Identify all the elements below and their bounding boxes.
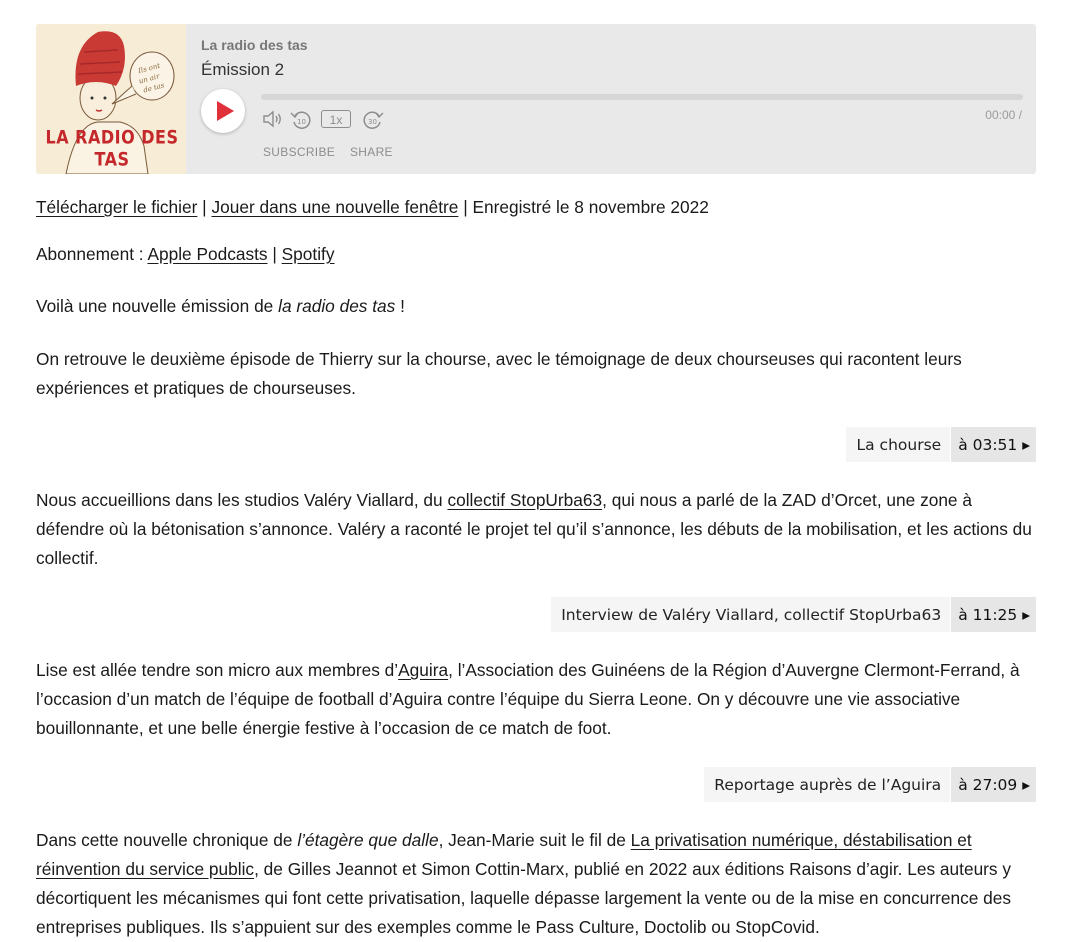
new-window-link[interactable]: Jouer dans une nouvelle fenêtre: [211, 197, 458, 217]
chapter-title: Reportage auprès de l’Aguira: [704, 767, 951, 802]
rewind-10-icon[interactable]: 10: [289, 108, 313, 132]
stopurba-link[interactable]: collectif StopUrba63: [447, 490, 602, 510]
cover-logo: LA RADIO DES TAS: [45, 126, 179, 170]
intro-text: Voilà une nouvelle émission de: [36, 296, 279, 316]
podcast-name: La radio des tas: [201, 37, 308, 53]
chapter-time[interactable]: à 03:51 ▸: [951, 427, 1036, 462]
forward-30-icon[interactable]: 30: [361, 108, 385, 132]
paragraph-etagere: Dans cette nouvelle chronique de l’étagè…: [36, 826, 1036, 942]
subscription-line: Abonnement : Apple Podcasts | Spotify: [36, 240, 1036, 269]
spotify-link[interactable]: Spotify: [282, 244, 335, 264]
paragraph-text: Nous accueillions dans les studios Valér…: [36, 490, 448, 510]
subscribe-button[interactable]: SUBSCRIBE: [263, 145, 335, 159]
chapter-marker[interactable]: Reportage auprès de l’Aguira à 27:09 ▸: [704, 767, 1036, 802]
intro-paragraph: Voilà une nouvelle émission de la radio …: [36, 292, 1036, 321]
paragraph-stopurba: Nous accueillions dans les studios Valér…: [36, 486, 1036, 573]
progress-bar[interactable]: [261, 94, 1023, 100]
recorded-date: | Enregistré le 8 novembre 2022: [458, 197, 709, 217]
separator: |: [197, 197, 212, 217]
episode-title: Émission 2: [201, 60, 285, 79]
show-name: la radio des tas: [278, 296, 396, 316]
chapter-title: Interview de Valéry Viallard, collectif …: [551, 597, 951, 632]
time-display: 00:00 /: [985, 108, 1022, 122]
play-button[interactable]: [201, 89, 245, 133]
paragraph-text: Lise est allée tendre son micro aux memb…: [36, 660, 399, 680]
file-links-line: Télécharger le fichier | Jouer dans une …: [36, 193, 1036, 222]
apple-podcasts-link[interactable]: Apple Podcasts: [147, 244, 267, 264]
aguira-link[interactable]: Aguira: [398, 660, 448, 680]
subscription-prefix: Abonnement :: [36, 244, 148, 264]
share-button[interactable]: SHARE: [350, 145, 393, 159]
podcast-player: Ils ont un air de tas LA RADIO DES TAS L…: [36, 24, 1036, 174]
intro-end: !: [395, 296, 405, 316]
svg-text:10: 10: [297, 118, 306, 126]
chronicle-name: l’étagère que dalle: [297, 830, 439, 850]
paragraph-aguira: Lise est allée tendre son micro aux memb…: [36, 656, 1036, 743]
volume-icon[interactable]: [261, 108, 283, 130]
chapter-time[interactable]: à 27:09 ▸: [951, 767, 1036, 802]
separator: |: [267, 244, 282, 264]
download-link[interactable]: Télécharger le fichier: [36, 197, 197, 217]
play-icon: [217, 101, 234, 121]
chapter-time[interactable]: à 11:25 ▸: [951, 597, 1036, 632]
chapter-title: La chourse: [846, 427, 951, 462]
svg-text:30: 30: [368, 118, 377, 126]
playback-speed-button[interactable]: 1x: [321, 110, 351, 128]
paragraph-chourse: On retrouve le deuxième épisode de Thier…: [36, 349, 962, 398]
chapter-marker[interactable]: Interview de Valéry Viallard, collectif …: [551, 597, 1036, 632]
chapter-marker[interactable]: La chourse à 03:51 ▸: [846, 427, 1036, 462]
paragraph-text: Dans cette nouvelle chronique de: [36, 830, 298, 850]
paragraph-text: , Jean-Marie suit le fil de: [438, 830, 631, 850]
cover-art: Ils ont un air de tas LA RADIO DES TAS: [36, 24, 186, 174]
